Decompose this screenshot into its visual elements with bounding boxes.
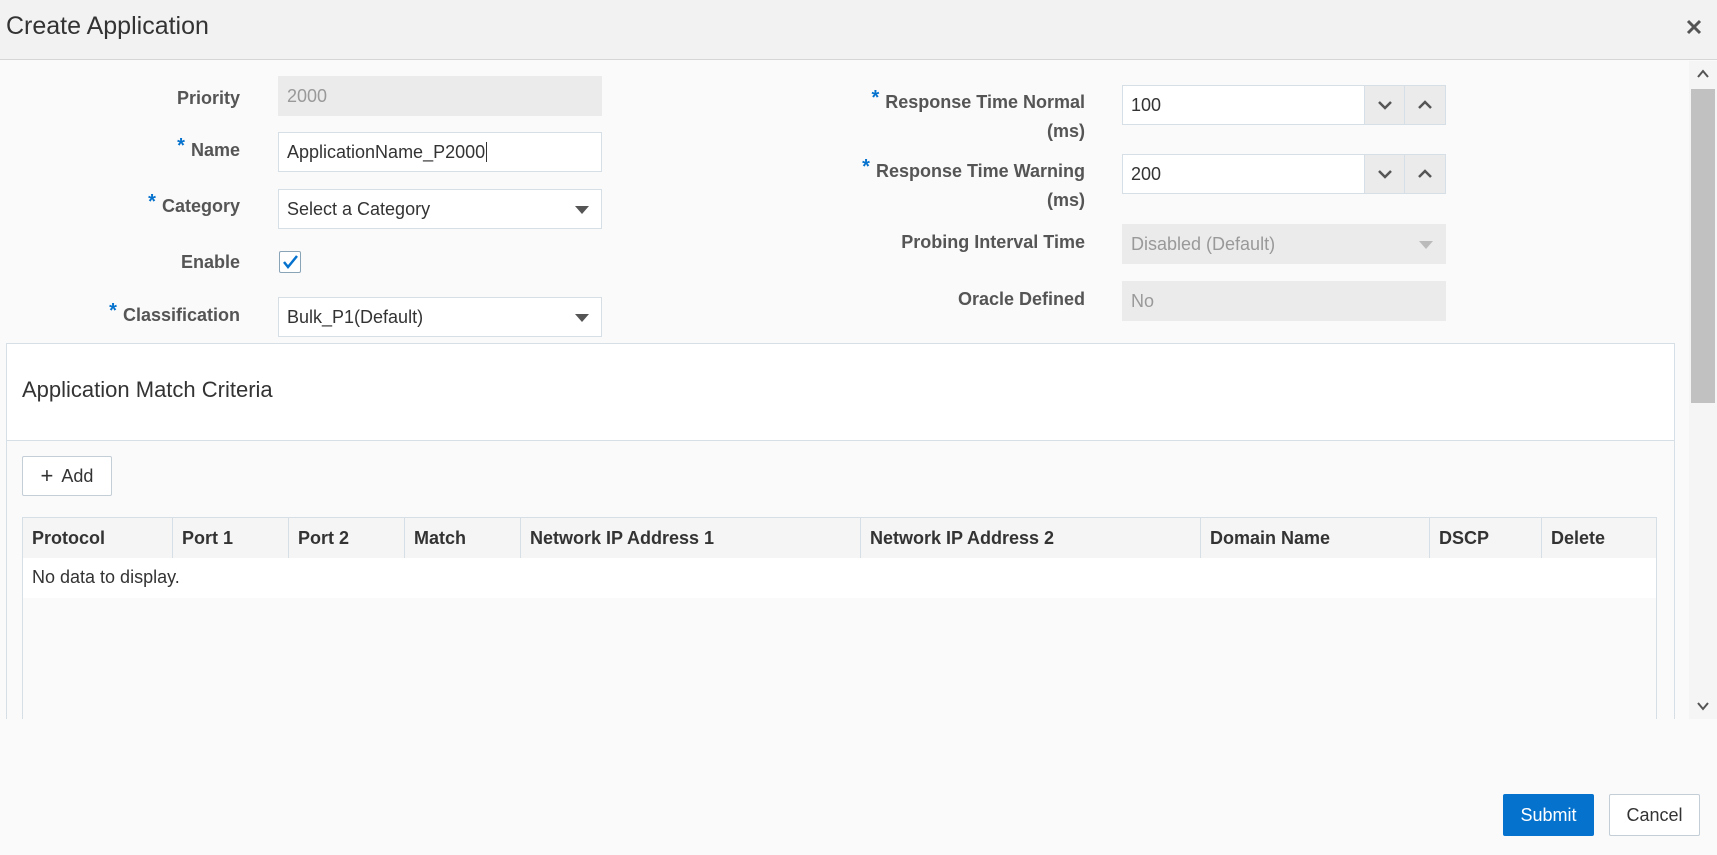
- priority-field: 2000: [278, 76, 602, 116]
- response-time-warning-value: 200: [1131, 163, 1162, 184]
- category-value: Select a Category: [287, 198, 431, 219]
- chevron-up-icon: [1418, 169, 1432, 178]
- name-input[interactable]: ApplicationName_P2000: [278, 132, 602, 172]
- column-header-network-ip-1[interactable]: Network IP Address 1: [521, 518, 861, 558]
- oracle-defined-value: No: [1131, 290, 1155, 311]
- scrollbar-thumb[interactable]: [1691, 89, 1715, 403]
- dialog-title: Create Application: [6, 12, 209, 40]
- empty-message: No data to display.: [23, 558, 1656, 598]
- response-time-warning-stepper[interactable]: 200: [1122, 154, 1446, 194]
- column-header-port-2[interactable]: Port 2: [289, 518, 405, 558]
- classification-value: Bulk_P1(Default): [287, 306, 424, 327]
- chevron-down-icon: [1378, 170, 1392, 179]
- column-header-delete[interactable]: Delete: [1542, 518, 1656, 558]
- category-select[interactable]: Select a Category: [278, 189, 602, 229]
- column-header-match[interactable]: Match: [405, 518, 521, 558]
- column-header-domain-name[interactable]: Domain Name: [1201, 518, 1430, 558]
- column-header-dscp[interactable]: DSCP: [1430, 518, 1542, 558]
- match-criteria-section: Application Match Criteria + Add Protocol…: [6, 343, 1675, 719]
- category-label: * Category: [148, 191, 240, 216]
- chevron-up-icon: [1418, 100, 1432, 109]
- checkmark-icon: [283, 255, 298, 269]
- column-header-protocol[interactable]: Protocol: [23, 518, 173, 558]
- dialog-body[interactable]: Priority 2000 * Name ApplicationName_P200…: [0, 61, 1689, 719]
- match-criteria-table: Protocol Port 1 Port 2 Match Network IP …: [22, 517, 1657, 719]
- probing-interval-select: Disabled (Default): [1122, 224, 1446, 264]
- close-icon[interactable]: [1683, 16, 1705, 38]
- chevron-down-icon: [575, 314, 589, 322]
- decrement-button[interactable]: [1364, 86, 1405, 124]
- dialog-header: Create Application: [0, 0, 1717, 60]
- enable-label: Enable: [180, 252, 240, 272]
- required-marker: *: [862, 156, 870, 178]
- submit-button[interactable]: Submit: [1503, 794, 1594, 836]
- chevron-down-icon[interactable]: [1696, 699, 1710, 713]
- required-marker: *: [148, 191, 156, 213]
- classification-label: * Classification: [109, 300, 240, 325]
- chevron-down-icon: [1378, 101, 1392, 110]
- match-criteria-header: Application Match Criteria: [7, 344, 1674, 441]
- priority-value: 2000: [287, 85, 328, 106]
- priority-label: Priority: [176, 88, 240, 108]
- vertical-scrollbar[interactable]: [1689, 61, 1717, 719]
- match-criteria-title: Application Match Criteria: [22, 377, 273, 402]
- response-time-warning-label: * Response Time Warning (ms): [862, 156, 1085, 210]
- name-value: ApplicationName_P2000: [287, 141, 486, 162]
- decrement-button[interactable]: [1364, 155, 1405, 193]
- oracle-defined-label: Oracle Defined: [957, 289, 1085, 309]
- column-header-network-ip-2[interactable]: Network IP Address 2: [861, 518, 1201, 558]
- dialog-footer: Submit Cancel: [0, 719, 1717, 855]
- chevron-up-icon[interactable]: [1696, 67, 1710, 81]
- classification-select[interactable]: Bulk_P1(Default): [278, 297, 602, 337]
- required-marker: *: [177, 135, 185, 157]
- chevron-down-icon: [1419, 241, 1433, 249]
- cancel-button[interactable]: Cancel: [1609, 794, 1700, 836]
- plus-icon: +: [40, 463, 54, 488]
- response-time-normal-value: 100: [1131, 94, 1162, 115]
- increment-button[interactable]: [1404, 155, 1445, 193]
- probing-interval-label: Probing Interval Time: [901, 232, 1085, 252]
- probing-interval-value: Disabled (Default): [1131, 233, 1276, 254]
- column-header-port-1[interactable]: Port 1: [173, 518, 289, 558]
- name-label: * Name: [177, 135, 240, 160]
- chevron-down-icon: [575, 206, 589, 214]
- response-time-normal-label: * Response Time Normal (ms): [871, 87, 1085, 141]
- enable-checkbox[interactable]: [279, 251, 301, 273]
- required-marker: *: [109, 300, 117, 322]
- table-header: Protocol Port 1 Port 2 Match Network IP …: [23, 518, 1656, 559]
- text-cursor: [486, 142, 488, 162]
- add-button[interactable]: + Add: [22, 456, 112, 496]
- response-time-normal-stepper[interactable]: 100: [1122, 85, 1446, 125]
- required-marker: *: [871, 87, 880, 109]
- increment-button[interactable]: [1404, 86, 1445, 124]
- oracle-defined-field: No: [1122, 281, 1446, 321]
- add-button-label: Add: [61, 465, 94, 486]
